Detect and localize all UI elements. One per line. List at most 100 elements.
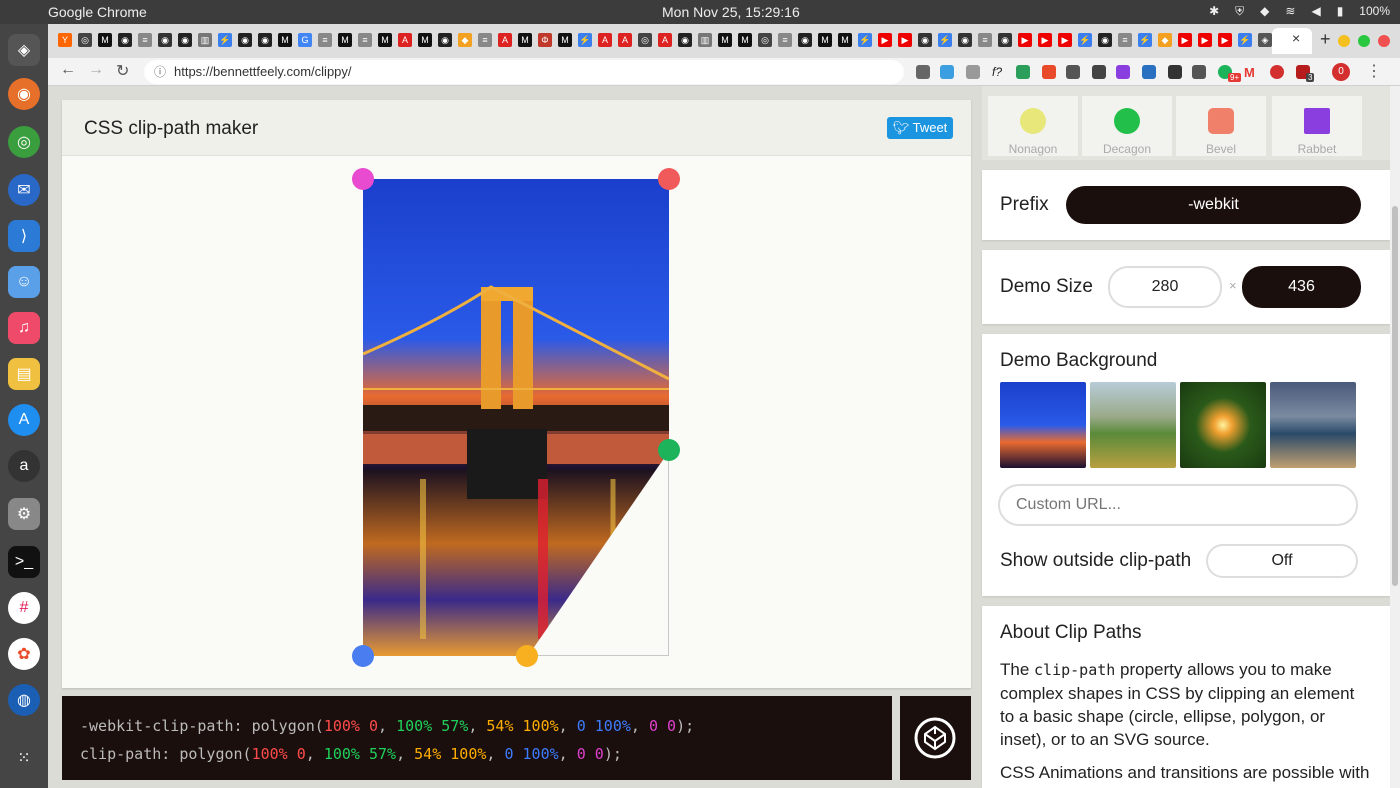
extension-icon[interactable] (1016, 65, 1030, 79)
tab-favicon[interactable]: ⚡ (1238, 33, 1252, 47)
tab-favicon[interactable]: ▶ (878, 33, 892, 47)
tab-favicon[interactable]: Y (58, 33, 72, 47)
tab-close-icon[interactable]: × (1292, 30, 1300, 46)
tab-favicon[interactable]: G (298, 33, 312, 47)
page-scrollbar[interactable] (1390, 86, 1400, 788)
new-tab-button[interactable]: + (1320, 29, 1331, 50)
forward-icon[interactable]: → (88, 61, 104, 79)
clip-handle-right-middle[interactable] (658, 439, 680, 461)
tab-favicon[interactable]: ◉ (918, 33, 932, 47)
minimize-button[interactable] (1338, 35, 1350, 47)
tab-favicon[interactable]: ⚡ (858, 33, 872, 47)
tab-favicon[interactable]: M (838, 33, 852, 47)
extension-icon[interactable] (1168, 65, 1182, 79)
tab-favicon[interactable]: ◉ (1098, 33, 1112, 47)
shape-preset-bevel[interactable]: Bevel (1176, 96, 1266, 156)
scrollbar-thumb[interactable] (1392, 206, 1398, 586)
tab-favicon[interactable]: M (818, 33, 832, 47)
background-thumb-beach[interactable] (1270, 382, 1356, 468)
tab-favicon[interactable]: ▶ (1198, 33, 1212, 47)
wifi-icon[interactable]: ≋ (1285, 4, 1295, 19)
reload-icon[interactable]: ↻ (116, 61, 129, 81)
shape-preset-nonagon[interactable]: Nonagon (988, 96, 1078, 156)
tab-favicon[interactable]: ◎ (758, 33, 772, 47)
extension-icon[interactable] (940, 65, 954, 79)
vscode-icon[interactable]: ⟩ (8, 220, 40, 252)
tab-favicon[interactable]: ◎ (638, 33, 652, 47)
tab-favicon[interactable]: ◎ (78, 33, 92, 47)
tab-favicon[interactable]: ⚡ (1138, 33, 1152, 47)
tab-favicon[interactable]: M (738, 33, 752, 47)
tab-favicon[interactable]: ◉ (998, 33, 1012, 47)
tab-favicon[interactable]: ◈ (1258, 33, 1272, 47)
firefox-icon[interactable]: ◉ (8, 78, 40, 110)
extension-icon[interactable] (1270, 65, 1284, 79)
tab-favicon[interactable]: A (658, 33, 672, 47)
tab-favicon[interactable]: ◆ (458, 33, 472, 47)
finder-icon[interactable]: ☺ (8, 266, 40, 298)
tab-favicon[interactable]: A (598, 33, 612, 47)
tab-favicon[interactable]: Φ (538, 33, 552, 47)
tab-favicon[interactable]: ◉ (678, 33, 692, 47)
terminal-icon[interactable]: >_ (8, 546, 40, 578)
background-thumb-hills[interactable] (1090, 382, 1176, 468)
info-icon[interactable]: ⓘ (154, 60, 166, 84)
clock[interactable]: Mon Nov 25, 15:29:16 (662, 4, 800, 20)
tab-favicon[interactable]: M (558, 33, 572, 47)
tab-favicon[interactable]: ▶ (898, 33, 912, 47)
close-window-button[interactable] (1378, 35, 1390, 47)
tab-favicon[interactable]: M (418, 33, 432, 47)
shape-preset-decagon[interactable]: Decagon (1082, 96, 1172, 156)
tab-favicon[interactable]: ◉ (258, 33, 272, 47)
preview-icon[interactable]: ▤ (8, 358, 40, 390)
tab-favicon[interactable]: ◉ (158, 33, 172, 47)
tab-favicon[interactable]: ◆ (1158, 33, 1172, 47)
extension-icon[interactable] (1116, 65, 1130, 79)
tab-favicon[interactable]: ⚡ (1078, 33, 1092, 47)
tab-favicon[interactable]: M (378, 33, 392, 47)
tab-favicon[interactable]: ≡ (978, 33, 992, 47)
tab-favicon[interactable]: ◉ (118, 33, 132, 47)
chrome-icon[interactable]: ◎ (8, 126, 40, 158)
battery-icon[interactable]: ▮ (1337, 4, 1344, 19)
codepen-button[interactable] (900, 696, 971, 780)
tab-favicon[interactable]: ≡ (358, 33, 372, 47)
tab-favicon[interactable]: M (338, 33, 352, 47)
tab-favicon[interactable]: ⚡ (218, 33, 232, 47)
volume-icon[interactable]: ◀ (1311, 4, 1320, 19)
tab-favicon[interactable]: ▶ (1218, 33, 1232, 47)
fonts-extension-icon[interactable]: f? (992, 65, 1006, 79)
show-outside-toggle[interactable]: Off (1206, 544, 1358, 578)
tab-favicon[interactable]: ⚡ (578, 33, 592, 47)
tab-favicon[interactable]: ▶ (1178, 33, 1192, 47)
launchpad-icon[interactable]: ◈ (8, 34, 40, 66)
tab-favicon[interactable]: ▥ (698, 33, 712, 47)
tab-favicon[interactable]: ▶ (1058, 33, 1072, 47)
tab-favicon[interactable]: ▶ (1018, 33, 1032, 47)
tab-favicon[interactable]: ▥ (198, 33, 212, 47)
tab-favicon[interactable]: ◉ (238, 33, 252, 47)
tab-favicon[interactable]: ≡ (318, 33, 332, 47)
profile-avatar[interactable]: 0 (1332, 63, 1350, 81)
tab-favicon[interactable]: ◉ (178, 33, 192, 47)
generated-css-code[interactable]: -webkit-clip-path: polygon(100% 0, 100% … (62, 696, 892, 780)
tab-favicon[interactable]: ≡ (778, 33, 792, 47)
app-grid-icon[interactable]: ⁙ (8, 742, 40, 774)
tab-favicon[interactable]: M (98, 33, 112, 47)
system-preferences-icon[interactable]: ⚙ (8, 498, 40, 530)
tab-favicon[interactable]: ◉ (438, 33, 452, 47)
tab-favicon[interactable]: A (618, 33, 632, 47)
clip-handle-top-right[interactable] (658, 168, 680, 190)
app-store-icon[interactable]: A (8, 404, 40, 436)
extension-icon[interactable] (1066, 65, 1080, 79)
clip-handle-bottom-middle[interactable] (516, 645, 538, 667)
tab-favicon[interactable]: M (518, 33, 532, 47)
extension-icon[interactable] (1142, 65, 1156, 79)
tab-favicon[interactable]: A (498, 33, 512, 47)
shield-icon[interactable]: ⛨ (1235, 4, 1244, 19)
background-thumb-bridge[interactable] (1000, 382, 1086, 468)
clip-handle-bottom-left[interactable] (352, 645, 374, 667)
prefix-toggle[interactable]: -webkit (1066, 186, 1361, 224)
music-icon[interactable]: ♫ (8, 312, 40, 344)
extension-icon[interactable] (1092, 65, 1106, 79)
